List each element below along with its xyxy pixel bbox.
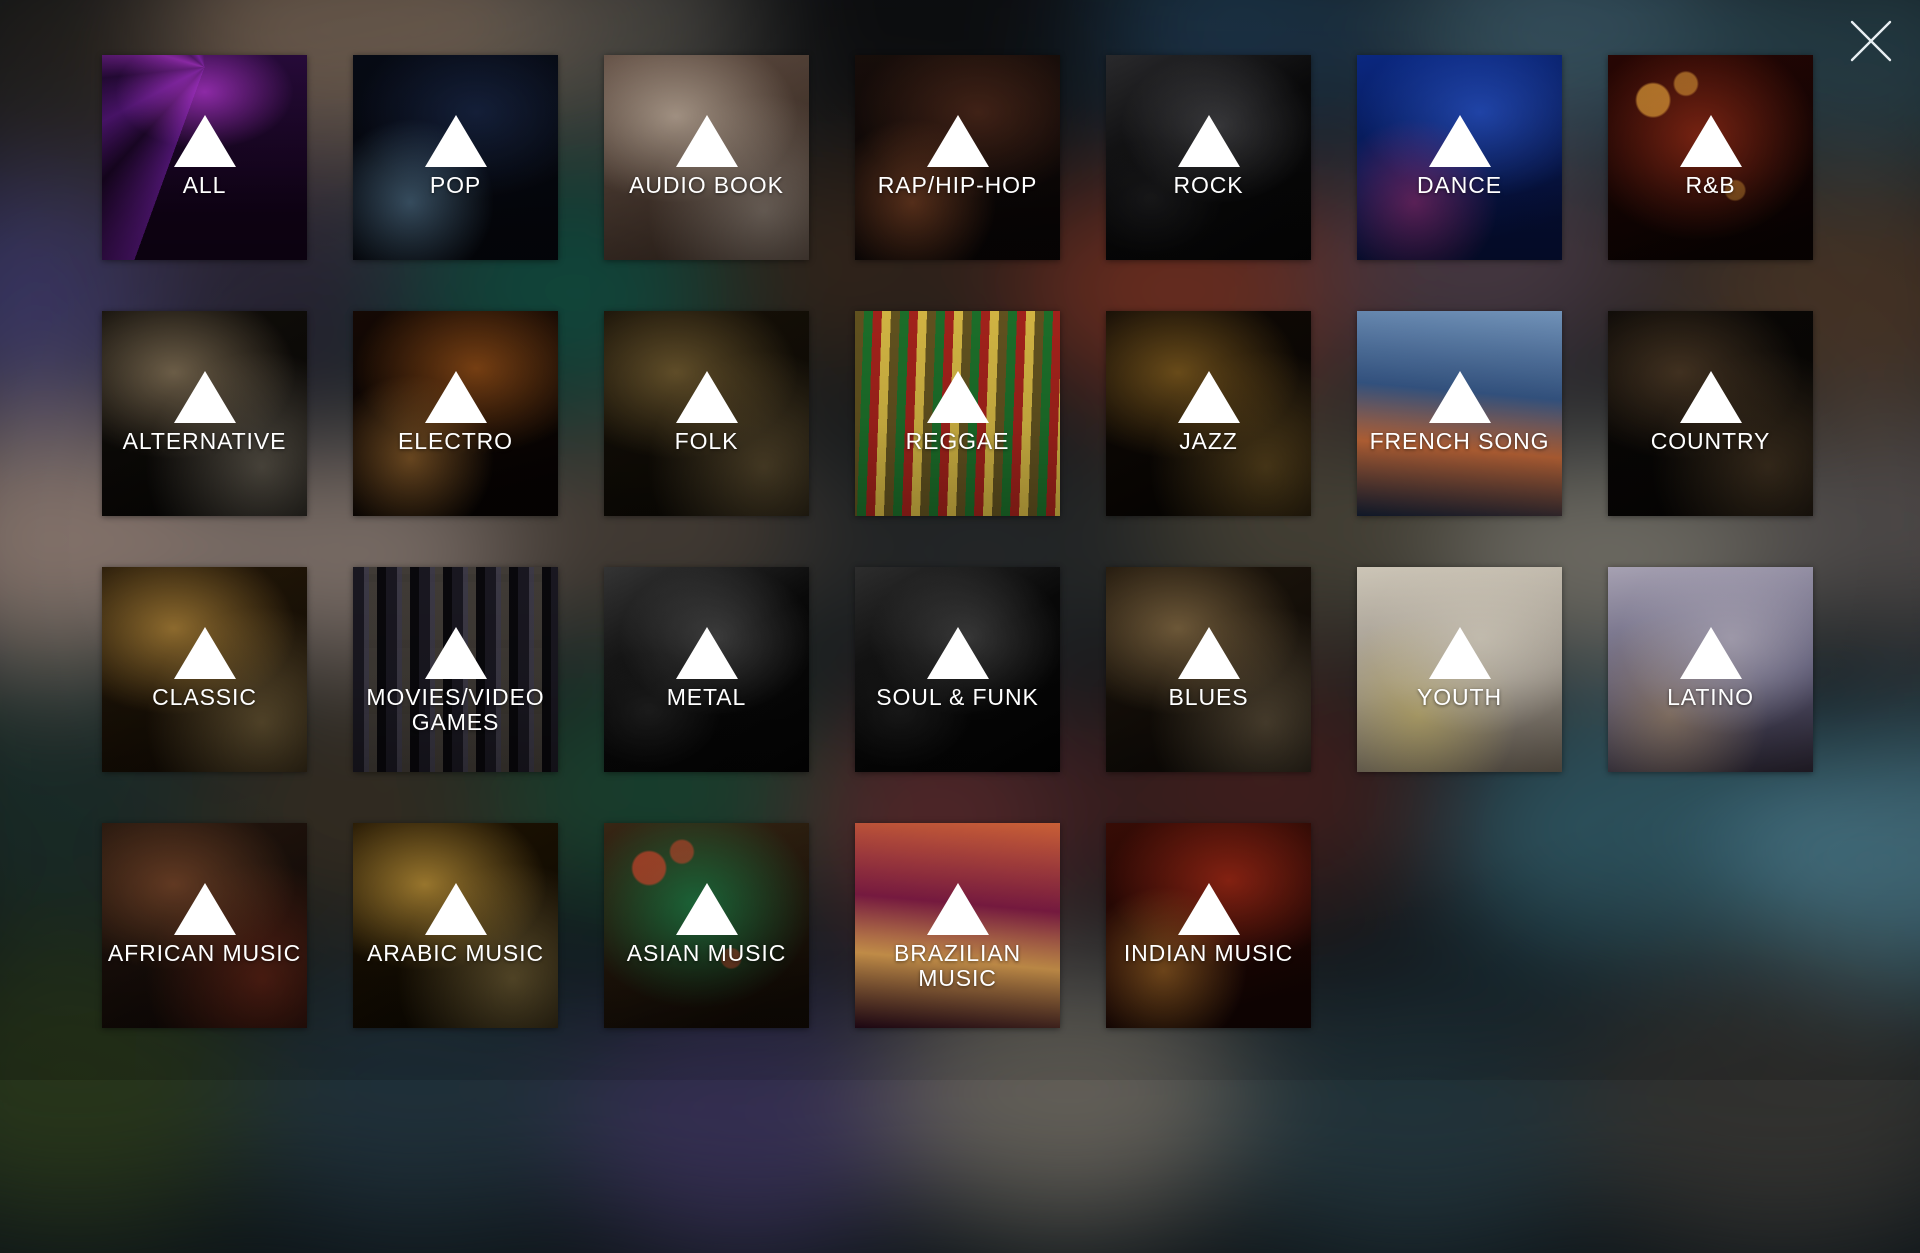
genre-tile[interactable]: POP bbox=[353, 55, 558, 260]
genre-label: YOUTH bbox=[1357, 685, 1562, 710]
genre-tile[interactable]: DANCE bbox=[1357, 55, 1562, 260]
genre-tile[interactable]: AUDIO BOOK bbox=[604, 55, 809, 260]
genre-picker-dialog: ALL POP AUDIO BOOK RAP/HIP-HOP ROCK DANCE R&B A… bbox=[0, 0, 1920, 1080]
triangle-play-icon bbox=[425, 883, 487, 935]
genre-label: CLASSIC bbox=[102, 685, 307, 710]
genre-grid: ALL POP AUDIO BOOK RAP/HIP-HOP ROCK DANCE R&B A… bbox=[102, 55, 1818, 1028]
triangle-play-icon bbox=[1429, 371, 1491, 423]
triangle-play-icon bbox=[1429, 627, 1491, 679]
genre-label: MOVIES/VIDEO GAMES bbox=[353, 685, 558, 735]
genre-label: ASIAN MUSIC bbox=[604, 941, 809, 966]
genre-tile[interactable]: ELECTRO bbox=[353, 311, 558, 516]
genre-label: BLUES bbox=[1106, 685, 1311, 710]
triangle-play-icon bbox=[1680, 371, 1742, 423]
genre-label: AUDIO BOOK bbox=[604, 173, 809, 198]
genre-label: FOLK bbox=[604, 429, 809, 454]
triangle-play-icon bbox=[425, 371, 487, 423]
triangle-play-icon bbox=[927, 883, 989, 935]
genre-label: INDIAN MUSIC bbox=[1106, 941, 1311, 966]
triangle-play-icon bbox=[1680, 115, 1742, 167]
genre-tile[interactable]: ASIAN MUSIC bbox=[604, 823, 809, 1028]
genre-label: POP bbox=[353, 173, 558, 198]
genre-label: ALTERNATIVE bbox=[102, 429, 307, 454]
genre-tile[interactable]: ARABIC MUSIC bbox=[353, 823, 558, 1028]
triangle-play-icon bbox=[1178, 883, 1240, 935]
genre-tile[interactable]: METAL bbox=[604, 567, 809, 772]
genre-label: REGGAE bbox=[855, 429, 1060, 454]
triangle-play-icon bbox=[174, 371, 236, 423]
triangle-play-icon bbox=[927, 627, 989, 679]
genre-label: RAP/HIP-HOP bbox=[855, 173, 1060, 198]
genre-tile[interactable]: MOVIES/VIDEO GAMES bbox=[353, 567, 558, 772]
genre-label: DANCE bbox=[1357, 173, 1562, 198]
genre-tile[interactable]: RAP/HIP-HOP bbox=[855, 55, 1060, 260]
triangle-play-icon bbox=[1178, 371, 1240, 423]
genre-tile[interactable]: YOUTH bbox=[1357, 567, 1562, 772]
triangle-play-icon bbox=[927, 115, 989, 167]
triangle-play-icon bbox=[1429, 115, 1491, 167]
genre-tile[interactable]: BRAZILIAN MUSIC bbox=[855, 823, 1060, 1028]
close-icon[interactable] bbox=[1846, 16, 1896, 66]
genre-label: LATINO bbox=[1608, 685, 1813, 710]
genre-tile[interactable]: BLUES bbox=[1106, 567, 1311, 772]
genre-label: BRAZILIAN MUSIC bbox=[855, 941, 1060, 991]
triangle-play-icon bbox=[174, 115, 236, 167]
genre-tile[interactable]: ALL bbox=[102, 55, 307, 260]
genre-label: ELECTRO bbox=[353, 429, 558, 454]
triangle-play-icon bbox=[676, 371, 738, 423]
genre-label: JAZZ bbox=[1106, 429, 1311, 454]
genre-tile[interactable]: INDIAN MUSIC bbox=[1106, 823, 1311, 1028]
genre-tile[interactable]: REGGAE bbox=[855, 311, 1060, 516]
triangle-play-icon bbox=[676, 627, 738, 679]
triangle-play-icon bbox=[1680, 627, 1742, 679]
genre-tile[interactable]: SOUL & FUNK bbox=[855, 567, 1060, 772]
triangle-play-icon bbox=[174, 627, 236, 679]
genre-tile[interactable]: CLASSIC bbox=[102, 567, 307, 772]
triangle-play-icon bbox=[1178, 115, 1240, 167]
triangle-play-icon bbox=[927, 371, 989, 423]
genre-label: FRENCH SONG bbox=[1357, 429, 1562, 454]
genre-tile[interactable]: ALTERNATIVE bbox=[102, 311, 307, 516]
genre-tile[interactable]: FOLK bbox=[604, 311, 809, 516]
genre-tile[interactable]: COUNTRY bbox=[1608, 311, 1813, 516]
genre-tile[interactable]: R&B bbox=[1608, 55, 1813, 260]
triangle-play-icon bbox=[676, 115, 738, 167]
genre-label: ALL bbox=[102, 173, 307, 198]
genre-tile[interactable]: ROCK bbox=[1106, 55, 1311, 260]
genre-label: ROCK bbox=[1106, 173, 1311, 198]
triangle-play-icon bbox=[174, 883, 236, 935]
triangle-play-icon bbox=[676, 883, 738, 935]
triangle-play-icon bbox=[1178, 627, 1240, 679]
genre-tile[interactable]: LATINO bbox=[1608, 567, 1813, 772]
genre-tile[interactable]: AFRICAN MUSIC bbox=[102, 823, 307, 1028]
triangle-play-icon bbox=[425, 115, 487, 167]
genre-label: METAL bbox=[604, 685, 809, 710]
genre-label: COUNTRY bbox=[1608, 429, 1813, 454]
triangle-play-icon bbox=[425, 627, 487, 679]
genre-label: ARABIC MUSIC bbox=[353, 941, 558, 966]
genre-label: SOUL & FUNK bbox=[855, 685, 1060, 710]
genre-tile[interactable]: JAZZ bbox=[1106, 311, 1311, 516]
genre-label: AFRICAN MUSIC bbox=[102, 941, 307, 966]
genre-tile[interactable]: FRENCH SONG bbox=[1357, 311, 1562, 516]
genre-label: R&B bbox=[1608, 173, 1813, 198]
